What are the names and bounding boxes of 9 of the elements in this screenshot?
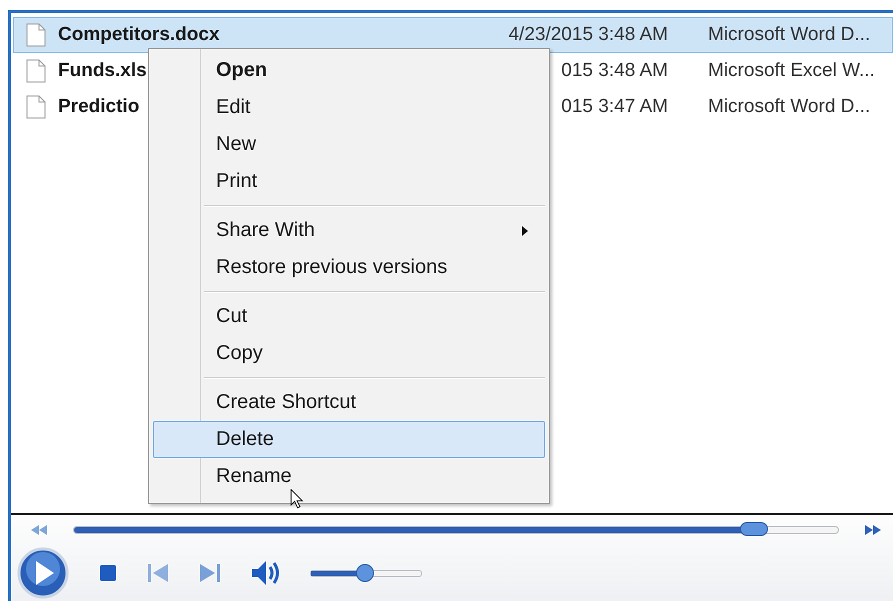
file-type: Microsoft Excel W...: [708, 60, 875, 82]
file-date: 4/23/2015 3:48 AM: [508, 24, 668, 45]
file-type: Microsoft Word D...: [708, 24, 870, 46]
file-date: 015 3:48 AM: [561, 60, 668, 81]
file-type: Microsoft Word D...: [708, 96, 870, 118]
file-name: Predictio: [58, 96, 140, 117]
file-name: Competitors.docx: [58, 24, 220, 45]
file-date: 015 3:47 AM: [561, 96, 668, 117]
file-name: Funds.xls: [58, 60, 147, 81]
